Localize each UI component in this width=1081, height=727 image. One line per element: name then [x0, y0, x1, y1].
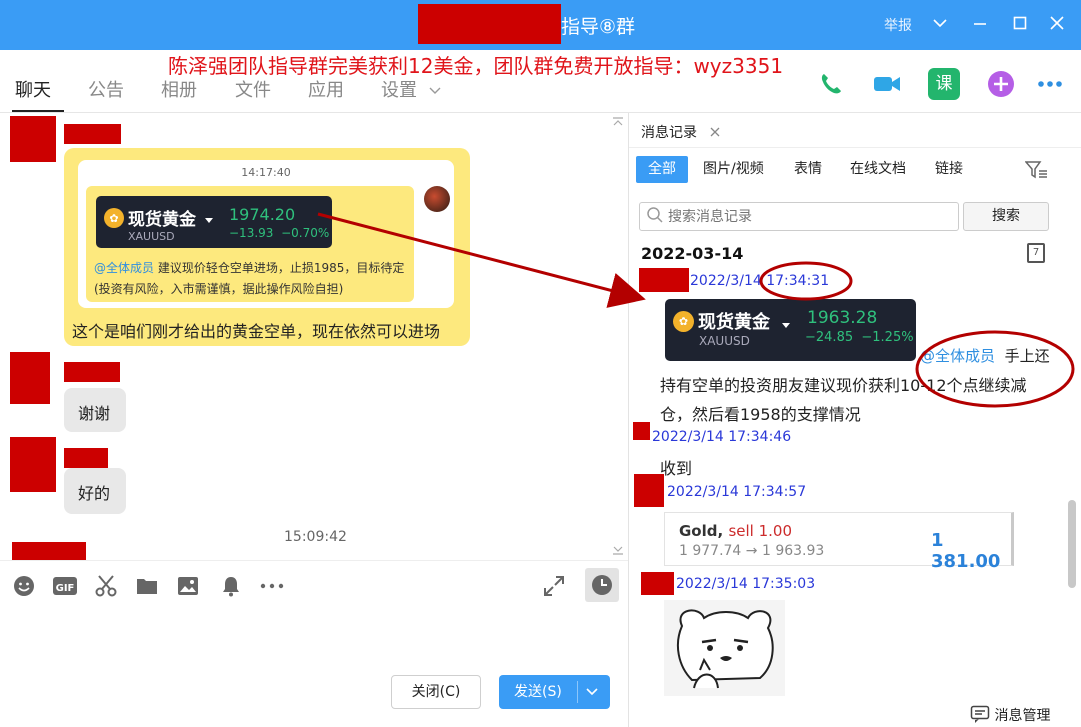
- annotation-arrow: [317, 212, 646, 308]
- annotation-ellipse-mention: [915, 330, 1075, 408]
- app-window: 指导⑧群 举报 陈泽强团队指导群完美获利12美金，团队群免费开放指导：wyz33…: [0, 0, 1081, 727]
- annotation-overlay: [317, 212, 1075, 408]
- annotation-ellipse-time: [759, 261, 853, 301]
